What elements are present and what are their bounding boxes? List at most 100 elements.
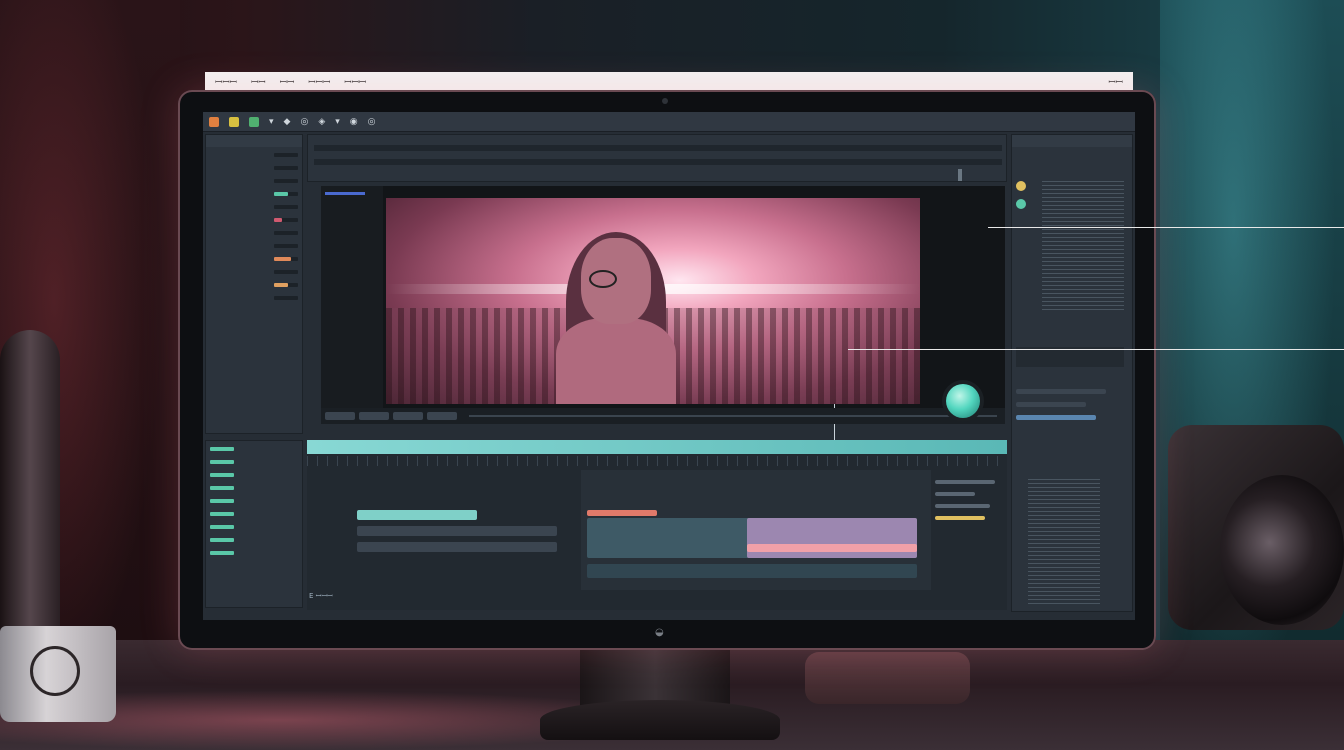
speaker <box>805 652 970 704</box>
tool-icon-10[interactable]: ◎ <box>368 117 376 127</box>
property-row[interactable] <box>206 201 302 212</box>
property-row[interactable] <box>206 188 302 199</box>
monitor-stand-base <box>540 700 780 740</box>
effect-slider-3[interactable] <box>1016 415 1096 420</box>
tool-icon-9[interactable]: ◉ <box>350 117 358 127</box>
effect-slider-1[interactable] <box>1016 389 1106 394</box>
bin-item[interactable] <box>206 547 302 558</box>
property-bar[interactable] <box>274 269 298 274</box>
effects-field[interactable] <box>1016 347 1124 367</box>
timeline-ruler[interactable] <box>307 456 1007 466</box>
property-bar-fill <box>274 191 289 196</box>
timeline-panel: E ꟷꟷꟷ <box>307 440 1007 610</box>
menubar-item-3[interactable]: ꟷꟷ <box>280 75 295 88</box>
clip-audio-pink[interactable] <box>747 544 917 552</box>
transport-button-1[interactable] <box>325 412 355 420</box>
source-strip <box>307 134 1007 182</box>
property-row[interactable] <box>206 266 302 277</box>
editor-screen: ▾ ◆ ◎ ◈ ▾ ◉ ◎ E ꟷꟷꟷ <box>203 112 1135 620</box>
menubar-item-2[interactable]: ꟷꟷ <box>251 75 266 88</box>
meter-3 <box>935 504 990 508</box>
bin-item-icon <box>210 472 234 477</box>
timeline-meters <box>935 470 1005 590</box>
tool-icon-2[interactable] <box>229 116 239 127</box>
bin-item-icon <box>210 498 234 503</box>
property-bar[interactable] <box>274 217 298 222</box>
viewer-marker <box>325 192 365 195</box>
property-row[interactable] <box>206 292 302 303</box>
property-row[interactable] <box>206 253 302 264</box>
property-bar[interactable] <box>274 152 298 157</box>
swatch-yellow[interactable] <box>1016 181 1026 191</box>
swatch-teal[interactable] <box>1016 199 1026 209</box>
bin-item-icon <box>210 459 234 464</box>
tool-icon-1[interactable] <box>209 116 219 127</box>
property-bar[interactable] <box>274 191 298 196</box>
property-bar[interactable] <box>274 256 298 261</box>
bin-item-icon <box>210 524 234 529</box>
property-bar[interactable] <box>274 230 298 235</box>
property-row[interactable] <box>206 162 302 173</box>
property-row[interactable] <box>206 214 302 225</box>
bin-item[interactable] <box>206 482 302 493</box>
transport-button-3[interactable] <box>393 412 423 420</box>
video-subject-glasses-left <box>589 270 617 288</box>
clip-audio-bed[interactable] <box>587 564 917 578</box>
timeline-tracks <box>581 470 931 590</box>
properties-panel <box>205 134 303 434</box>
property-bar[interactable] <box>274 204 298 209</box>
bin-item[interactable] <box>206 456 302 467</box>
menubar-item-4[interactable]: ꟷꟷꟷ <box>308 75 330 88</box>
clip-audio-accent[interactable] <box>587 510 657 516</box>
property-bar[interactable] <box>274 243 298 248</box>
monitor-logo: ◒ <box>655 627 665 638</box>
desk-lamp <box>0 330 60 630</box>
property-row[interactable] <box>206 279 302 290</box>
clip-1[interactable] <box>357 510 477 520</box>
webcam-dot <box>662 98 668 104</box>
bin-item[interactable] <box>206 469 302 480</box>
bin-item[interactable] <box>206 521 302 532</box>
media-bin-items <box>206 443 302 558</box>
clip-video-overlay[interactable] <box>747 518 917 558</box>
tool-icon-8[interactable]: ▾ <box>335 117 340 127</box>
volume-knob[interactable] <box>946 384 980 418</box>
meter-2 <box>935 492 975 496</box>
tool-icon-3[interactable] <box>249 116 259 127</box>
tool-icon-7[interactable]: ◈ <box>318 117 325 127</box>
bin-item-icon <box>210 446 234 451</box>
property-bar[interactable] <box>274 282 298 287</box>
bin-item[interactable] <box>206 495 302 506</box>
clip-3[interactable] <box>357 542 557 552</box>
bin-item[interactable] <box>206 443 302 454</box>
property-row[interactable] <box>206 227 302 238</box>
viewer-scrubber[interactable] <box>469 415 997 417</box>
effects-panel <box>1011 134 1133 612</box>
menubar-item-5[interactable]: ꟷꟷꟷ <box>344 75 366 88</box>
meter-4 <box>935 516 985 520</box>
clip-2[interactable] <box>357 526 557 536</box>
tool-icon-5[interactable]: ◆ <box>284 117 291 127</box>
property-row[interactable] <box>206 149 302 160</box>
transport-button-2[interactable] <box>359 412 389 420</box>
property-bar[interactable] <box>274 178 298 183</box>
media-bin <box>205 440 303 608</box>
timeline-header[interactable] <box>307 440 1007 454</box>
transport-button-4[interactable] <box>427 412 457 420</box>
video-frame <box>386 198 920 404</box>
effect-slider-2[interactable] <box>1016 402 1086 407</box>
tool-icon-4[interactable]: ▾ <box>269 117 274 127</box>
property-row[interactable] <box>206 240 302 251</box>
tool-icon-6[interactable]: ◎ <box>300 117 308 127</box>
menubar-item-1[interactable]: ꟷꟷꟷ <box>215 75 237 88</box>
property-bar[interactable] <box>274 295 298 300</box>
effects-title <box>1012 135 1132 147</box>
bin-item-icon <box>210 537 234 542</box>
effects-controls <box>1016 385 1124 445</box>
property-bar[interactable] <box>274 165 298 170</box>
property-row[interactable] <box>206 175 302 186</box>
strip-handle[interactable] <box>958 169 962 181</box>
bin-item[interactable] <box>206 508 302 519</box>
scope-waveform <box>1042 181 1124 311</box>
bin-item[interactable] <box>206 534 302 545</box>
